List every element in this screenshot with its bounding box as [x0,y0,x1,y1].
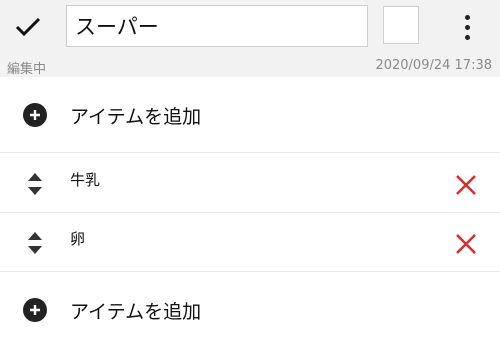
add-item-label: アイテムを追加 [70,300,202,323]
color-swatch-button[interactable] [383,6,419,44]
check-icon [15,17,41,37]
more-vert-icon-dot [464,24,470,30]
toolbar [0,0,500,55]
drag-handle-icon[interactable] [27,171,43,197]
more-vert-icon-dot [464,34,470,40]
more-menu-button[interactable] [452,8,482,46]
divider [0,271,500,272]
add-item-button-bottom[interactable]: アイテムを追加 [0,280,500,340]
timestamp-label: 2020/09/24 17:38 [375,58,492,73]
add-item-label: アイテムを追加 [70,105,202,128]
confirm-button[interactable] [10,10,46,44]
add-circle-icon [23,103,47,127]
item-label[interactable]: 卵 [70,228,85,249]
drag-handle-icon[interactable] [27,230,43,256]
add-circle-icon [23,298,47,322]
status-bar: 編集中 2020/09/24 17:38 [0,55,500,77]
add-item-button-top[interactable]: アイテムを追加 [0,85,500,145]
more-vert-icon [464,14,470,20]
delete-icon[interactable] [453,231,479,257]
list-item: 牛乳 [0,153,500,212]
edit-status-label: 編集中 [7,62,47,77]
delete-icon[interactable] [453,172,479,198]
list-title-input[interactable] [66,5,368,47]
item-label[interactable]: 牛乳 [70,169,100,190]
list-item: 卵 [0,212,500,271]
